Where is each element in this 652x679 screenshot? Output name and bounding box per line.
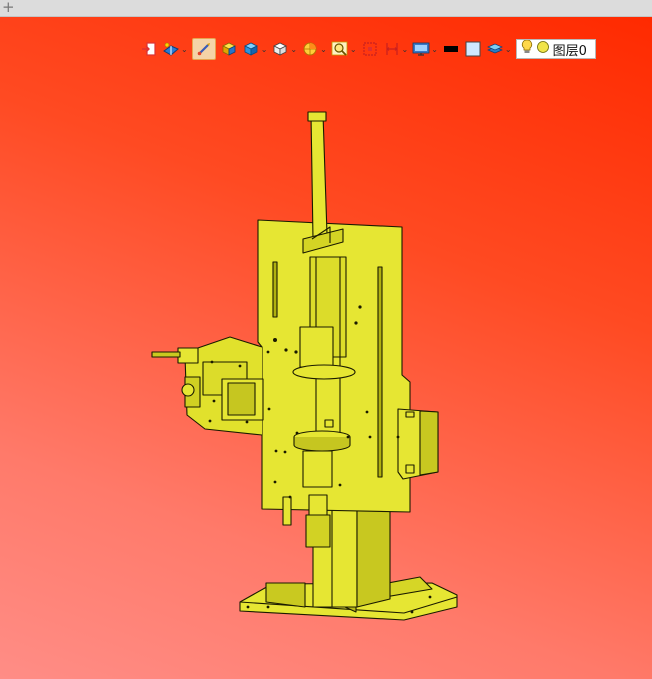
tab-bar: + (0, 0, 652, 17)
3d-viewport[interactable]: ⌄ ⌄ ⌄ ⌄ ⌄ ⌄ ⌄ ⌄ 图层0 (0, 17, 652, 679)
upper-carriage (299, 326, 334, 368)
new-tab-plus-icon[interactable]: + (2, 0, 15, 16)
top-guide-rail (310, 113, 328, 240)
machine-model[interactable] (0, 17, 652, 679)
